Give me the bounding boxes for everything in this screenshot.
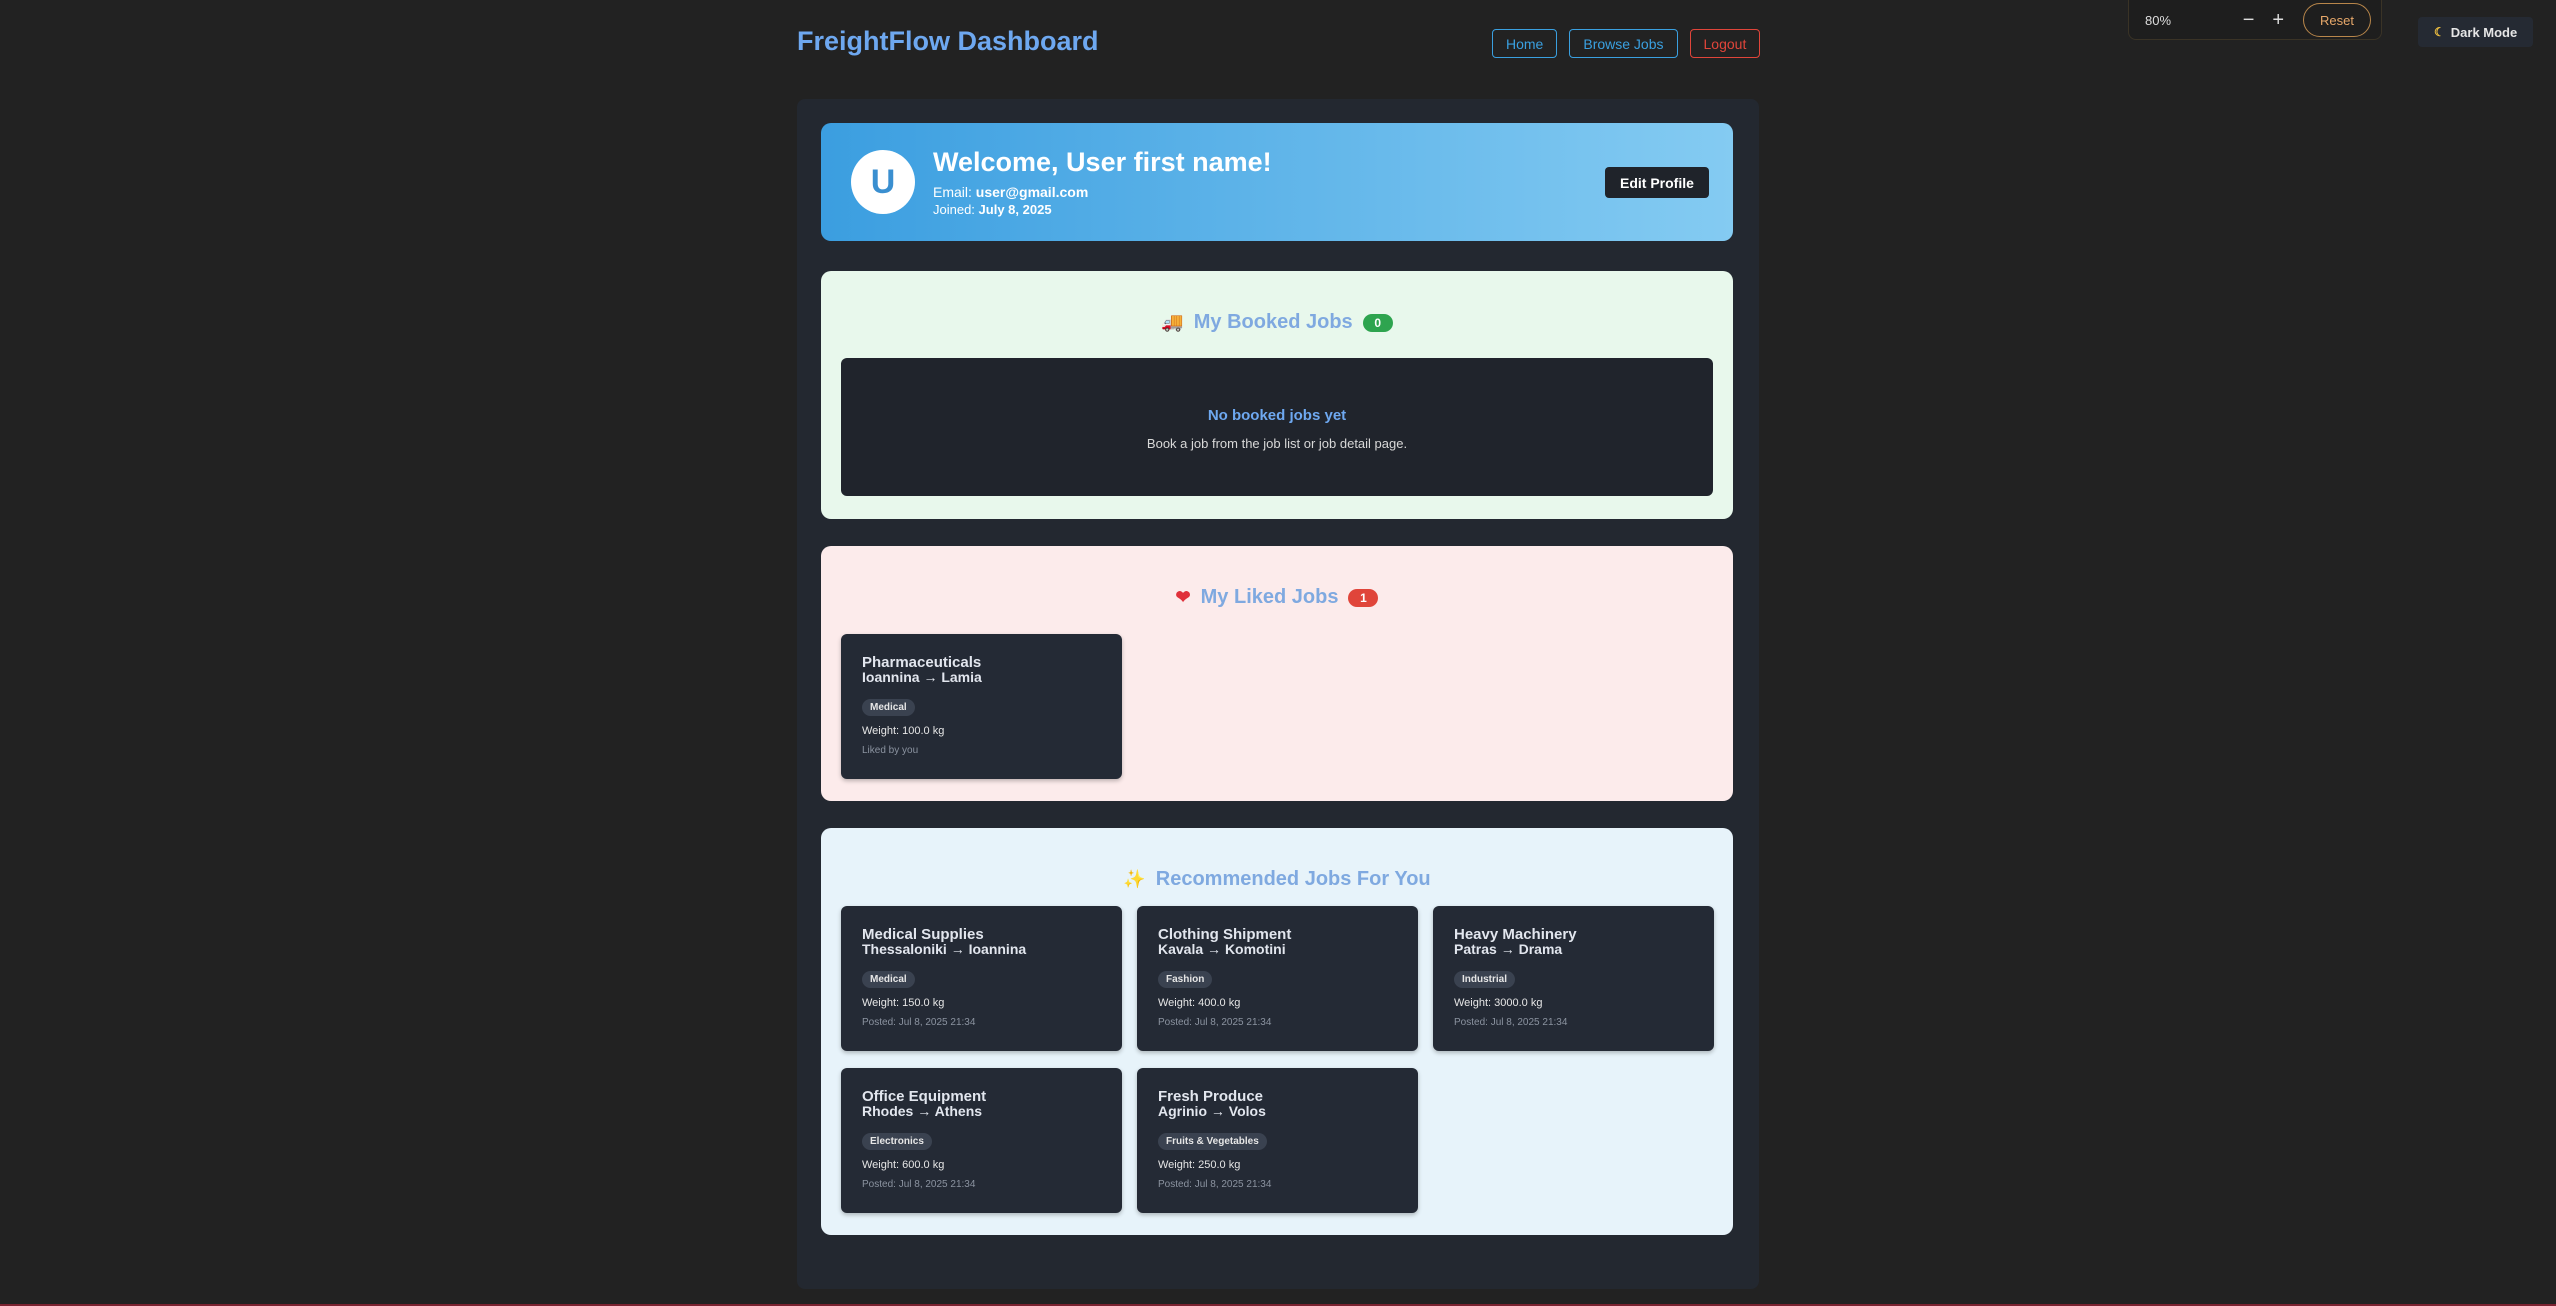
job-route: Rhodes → Athens (862, 1104, 1101, 1119)
email-row: Email: user@gmail.com (933, 183, 1088, 201)
job-weight: Weight: 250.0 kg (1158, 1159, 1241, 1171)
job-weight: Weight: 100.0 kg (862, 725, 945, 737)
route-to: Volos (1228, 1103, 1266, 1119)
avatar: U (851, 150, 915, 214)
joined-row: Joined: July 8, 2025 (933, 201, 1088, 219)
liked-jobs-section: ❤ My Liked Jobs 1 Pharmaceuticals Ioanni… (821, 546, 1733, 801)
browse-jobs-button[interactable]: Browse Jobs (1569, 29, 1678, 58)
job-route: Thessaloniki → Ioannina (862, 942, 1101, 957)
job-title: Pharmaceuticals (862, 654, 982, 671)
job-route: Patras → Drama (1454, 942, 1693, 957)
route-from: Patras (1454, 941, 1497, 957)
heart-icon: ❤ (1175, 587, 1191, 607)
empty-title: No booked jobs yet (1207, 407, 1347, 424)
job-card[interactable]: Clothing Shipment Kavala → Komotini Fash… (1137, 906, 1418, 1051)
job-card[interactable]: Office Equipment Rhodes → Athens Electro… (841, 1068, 1122, 1213)
job-meta: Liked by you (862, 745, 919, 756)
job-title: Medical Supplies (862, 926, 984, 943)
zoom-out-button[interactable]: − (2234, 9, 2264, 32)
zoom-in-button[interactable]: + (2263, 9, 2293, 32)
joined-label: Joined: (933, 202, 975, 217)
job-weight: Weight: 400.0 kg (1158, 997, 1241, 1009)
booked-count-badge: 0 (1362, 313, 1393, 332)
booked-jobs-header: 🚚 My Booked Jobs 0 (821, 311, 1733, 334)
job-route: Ioannina → Lamia (862, 670, 1101, 685)
recommended-jobs-title: Recommended Jobs For You (1155, 868, 1431, 890)
route-arrow-icon: → (1207, 941, 1222, 957)
recommended-jobs-header: ✨ Recommended Jobs For You (821, 868, 1733, 891)
home-button[interactable]: Home (1492, 29, 1558, 58)
job-card[interactable]: Heavy Machinery Patras → Drama Industria… (1433, 906, 1714, 1051)
job-category-tag: Electronics (862, 1133, 932, 1150)
job-title: Fresh Produce (1158, 1088, 1264, 1105)
route-arrow-icon: → (1500, 941, 1515, 957)
email-value: user@gmail.com (975, 184, 1089, 200)
joined-value: July 8, 2025 (978, 202, 1052, 217)
zoom-level: 80% (2145, 12, 2172, 28)
job-title: Heavy Machinery (1454, 926, 1577, 943)
liked-count-badge: 1 (1348, 588, 1379, 607)
dark-mode-label: Dark Mode (2450, 24, 2518, 40)
route-to: Athens (934, 1103, 983, 1119)
top-nav: Home Browse Jobs Logout (1492, 29, 1761, 58)
empty-text: Book a job from the job list or job deta… (1146, 436, 1408, 451)
job-category-tag: Medical (862, 699, 915, 716)
welcome-heading: Welcome, User first name! (933, 147, 1272, 177)
route-from: Ioannina (862, 669, 920, 685)
job-title: Clothing Shipment (1158, 926, 1292, 943)
page: FreightFlow Dashboard Home Browse Jobs L… (0, 0, 2556, 1306)
job-posted-date: Posted: Jul 8, 2025 21:34 (1158, 1179, 1272, 1190)
booked-empty-state: No booked jobs yet Book a job from the j… (841, 358, 1713, 496)
job-title: Office Equipment (862, 1088, 987, 1105)
liked-jobs-title: My Liked Jobs (1200, 586, 1339, 608)
dark-mode-toggle[interactable]: ☾ Dark Mode (2418, 17, 2534, 47)
job-route: Agrinio → Volos (1158, 1104, 1397, 1119)
recommended-jobs-section: ✨ Recommended Jobs For You Medical Suppl… (821, 828, 1733, 1235)
job-route: Kavala → Komotini (1158, 942, 1397, 957)
route-arrow-icon: → (1210, 1103, 1225, 1119)
job-posted-date: Posted: Jul 8, 2025 21:34 (1454, 1017, 1568, 1028)
job-card[interactable]: Fresh Produce Agrinio → Volos Fruits & V… (1137, 1068, 1418, 1213)
profile-banner: U Welcome, User first name! Email: user@… (821, 123, 1733, 241)
route-to: Lamia (941, 669, 982, 685)
job-category-tag: Medical (862, 971, 915, 988)
route-from: Agrinio (1158, 1103, 1207, 1119)
job-category-tag: Fashion (1158, 971, 1213, 988)
job-posted-date: Posted: Jul 8, 2025 21:34 (1158, 1017, 1272, 1028)
liked-jobs-header: ❤ My Liked Jobs 1 (821, 586, 1733, 609)
zoom-control: 80% − + Reset (2128, 0, 2382, 40)
brand-title[interactable]: FreightFlow Dashboard (797, 26, 1099, 57)
zoom-reset-button[interactable]: Reset (2303, 3, 2371, 37)
job-weight: Weight: 150.0 kg (862, 997, 945, 1009)
route-to: Ioannina (968, 941, 1027, 957)
profile-info: Email: user@gmail.com Joined: July 8, 20… (933, 183, 1088, 219)
route-from: Thessaloniki (862, 941, 947, 957)
job-category-tag: Industrial (1454, 971, 1516, 988)
truck-icon: 🚚 (1161, 312, 1184, 332)
booked-jobs-section: 🚚 My Booked Jobs 0 No booked jobs yet Bo… (821, 271, 1733, 519)
job-posted-date: Posted: Jul 8, 2025 21:34 (862, 1017, 976, 1028)
sparkles-icon: ✨ (1123, 869, 1146, 889)
route-to: Komotini (1224, 941, 1286, 957)
job-card[interactable]: Pharmaceuticals Ioannina → Lamia Medical… (841, 634, 1122, 779)
job-card[interactable]: Medical Supplies Thessaloniki → Ioannina… (841, 906, 1122, 1051)
job-category-tag: Fruits & Vegetables (1158, 1133, 1267, 1150)
moon-icon: ☾ (2434, 25, 2445, 39)
edit-profile-button[interactable]: Edit Profile (1605, 167, 1709, 198)
booked-jobs-title: My Booked Jobs (1193, 311, 1353, 333)
logout-button[interactable]: Logout (1689, 29, 1761, 58)
route-from: Kavala (1158, 941, 1204, 957)
email-label: Email: (933, 184, 972, 200)
route-to: Drama (1518, 941, 1563, 957)
route-from: Rhodes (862, 1103, 914, 1119)
job-weight: Weight: 3000.0 kg (1454, 997, 1543, 1009)
route-arrow-icon: → (917, 1103, 932, 1119)
route-arrow-icon: → (923, 669, 938, 685)
dashboard-container: U Welcome, User first name! Email: user@… (797, 99, 1759, 1289)
route-arrow-icon: → (950, 941, 965, 957)
job-posted-date: Posted: Jul 8, 2025 21:34 (862, 1179, 976, 1190)
job-weight: Weight: 600.0 kg (862, 1159, 945, 1171)
